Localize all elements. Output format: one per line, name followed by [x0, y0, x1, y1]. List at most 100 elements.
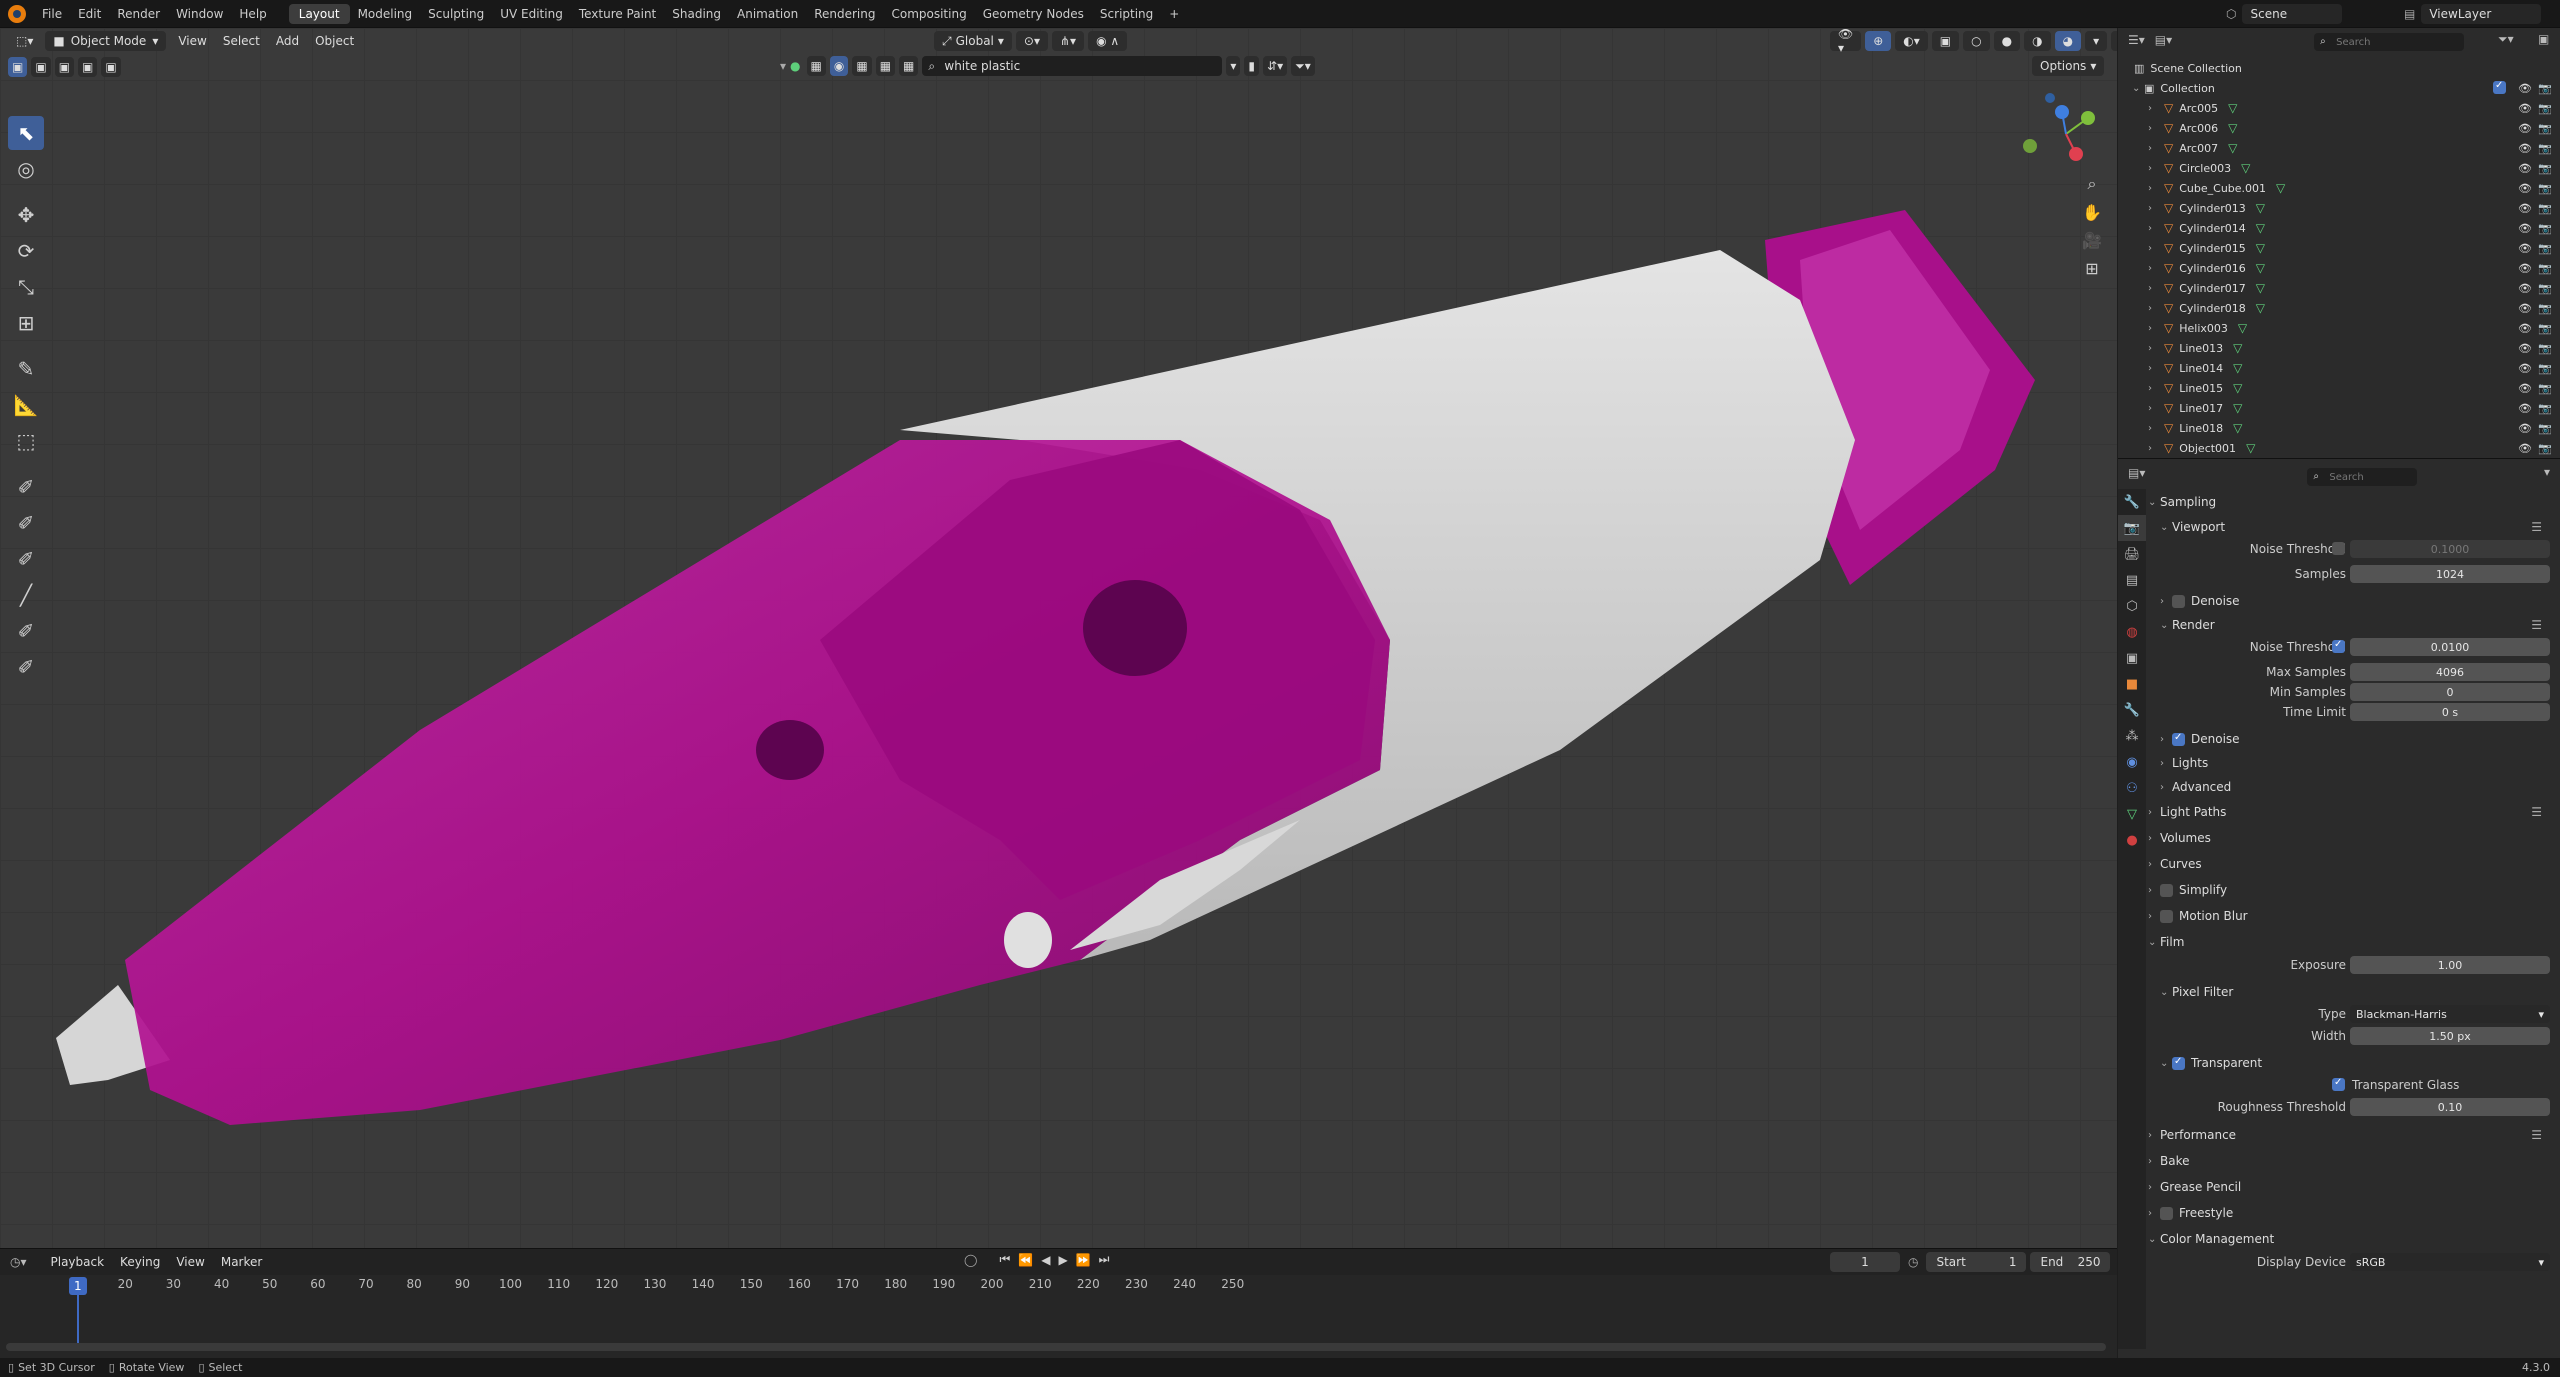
viewport-denoise-checkbox[interactable]: [2172, 594, 2185, 608]
add-workspace-button[interactable]: +: [1161, 7, 1187, 21]
filter-icon-2[interactable]: ◉: [829, 56, 849, 76]
eye-icon[interactable]: 👁: [2518, 122, 2532, 135]
viewport-noise-threshold-checkbox[interactable]: [2332, 542, 2345, 555]
scene-name-field[interactable]: Scene: [2242, 4, 2343, 24]
eye-icon[interactable]: 👁: [2518, 302, 2532, 315]
jump-end-icon[interactable]: ⏭: [1099, 1252, 1110, 1267]
render-tab-icon[interactable]: 📷: [2118, 515, 2146, 541]
section-performance[interactable]: › Performance ☰: [2148, 1122, 2558, 1148]
filter-icon-3[interactable]: ▦: [852, 56, 872, 76]
eye-icon[interactable]: 👁: [2518, 422, 2532, 435]
camera-icon[interactable]: 📷: [2538, 142, 2552, 155]
tab-uv-editing[interactable]: UV Editing: [492, 7, 571, 21]
eye-icon[interactable]: 👁: [2518, 102, 2532, 115]
camera-icon[interactable]: 📷: [2538, 382, 2552, 395]
chevron-right-icon[interactable]: ›: [2148, 183, 2160, 194]
select-box-tool-icon[interactable]: ⬉: [8, 116, 44, 150]
view-layer-tab-icon[interactable]: ▤: [2118, 567, 2146, 593]
transform-orientation-dropdown[interactable]: ⤢ Global ▾: [934, 31, 1012, 51]
line-tool-icon[interactable]: ╱: [8, 578, 44, 612]
mesh-data-icon[interactable]: ▽: [2233, 341, 2242, 355]
camera-icon[interactable]: 📷: [2538, 182, 2552, 195]
mesh-data-icon[interactable]: ▽: [2256, 281, 2265, 295]
pivot-point-button[interactable]: ⊙▾: [1015, 31, 1048, 51]
start-frame-field[interactable]: Start 1: [1926, 1252, 2027, 1272]
data-tab-icon[interactable]: ▽: [2118, 801, 2146, 827]
menu-help[interactable]: Help: [231, 7, 274, 21]
tab-rendering[interactable]: Rendering: [806, 7, 883, 21]
eye-icon[interactable]: 👁: [2518, 202, 2532, 215]
new-collection-icon[interactable]: ▣: [2538, 32, 2549, 46]
menu-render[interactable]: Render: [109, 7, 168, 21]
shading-material-button[interactable]: ◑: [2024, 31, 2051, 51]
menu-keying[interactable]: Keying: [112, 1255, 168, 1269]
outliner-object-row[interactable]: › ▽ Helix003 ▽ 👁 📷: [2118, 318, 2560, 338]
outliner-object-row[interactable]: › ▽ Arc006 ▽ 👁 📷: [2118, 118, 2560, 138]
outliner-object-row[interactable]: › ▽ Cube_Cube.001 ▽ 👁 📷: [2118, 178, 2560, 198]
prev-keyframe-icon[interactable]: ⏪: [1018, 1253, 1033, 1267]
scene-selector[interactable]: ⬡ Scene: [2226, 4, 2346, 24]
filter-icon-1[interactable]: ▦: [806, 56, 826, 76]
section-bake[interactable]: › Bake: [2148, 1148, 2558, 1174]
filter-funnel-icon[interactable]: ⏷▾: [2498, 32, 2514, 47]
mesh-data-icon[interactable]: ▽: [2246, 441, 2255, 455]
mesh-data-icon[interactable]: ▽: [2228, 121, 2237, 135]
menu-select[interactable]: Select: [215, 34, 268, 48]
eye-icon[interactable]: 👁: [2518, 342, 2532, 355]
menu-add[interactable]: Add: [268, 34, 307, 48]
physics-tab-icon[interactable]: ◉: [2118, 749, 2146, 775]
section-sampling[interactable]: ⌄ Sampling: [2148, 489, 2558, 515]
presets-list-icon[interactable]: ☰: [2531, 520, 2542, 534]
rotate-tool-icon[interactable]: ⟳: [8, 234, 44, 268]
perspective-grid-icon[interactable]: ⊞: [2078, 254, 2106, 282]
tab-layout[interactable]: Layout: [288, 3, 350, 24]
move-tool-icon[interactable]: ✥: [8, 198, 44, 232]
subsection-lights[interactable]: › Lights: [2148, 751, 2558, 775]
output-tab-icon[interactable]: 🖨: [2118, 541, 2146, 567]
menu-file[interactable]: File: [34, 7, 70, 21]
properties-search-input[interactable]: ⌕ Search: [2307, 468, 2418, 486]
end-frame-field[interactable]: End 250: [2030, 1252, 2111, 1272]
menu-object[interactable]: Object: [307, 34, 362, 48]
chevron-right-icon[interactable]: ›: [2148, 323, 2160, 334]
visibility-button[interactable]: 👁▾: [1830, 28, 1862, 55]
outliner-object-row[interactable]: › ▽ Line017 ▽ 👁 📷: [2118, 398, 2560, 418]
camera-icon[interactable]: 📷: [2538, 362, 2552, 375]
menu-view[interactable]: View: [170, 34, 214, 48]
shading-options-button[interactable]: ▾: [2085, 31, 2108, 51]
pan-hand-icon[interactable]: ✋: [2078, 198, 2106, 226]
color-wheel-icon[interactable]: ●: [790, 59, 800, 73]
world-tab-icon[interactable]: ◍: [2118, 619, 2146, 645]
section-volumes[interactable]: › Volumes: [2148, 825, 2558, 851]
render-denoise-checkbox[interactable]: [2172, 732, 2185, 746]
subsection-viewport[interactable]: ⌄ Viewport ☰: [2148, 515, 2558, 539]
mesh-data-icon[interactable]: ▽: [2256, 241, 2265, 255]
zoom-icon[interactable]: ⌕: [2078, 170, 2106, 198]
eye-icon[interactable]: 👁: [2518, 242, 2532, 255]
camera-icon[interactable]: 📷: [2538, 162, 2552, 175]
outliner-object-row[interactable]: › ▽ Cylinder013 ▽ 👁 📷: [2118, 198, 2560, 218]
funnel-icon[interactable]: ⏷▾: [1291, 56, 1315, 76]
time-limit-field[interactable]: 0 s: [2350, 703, 2550, 721]
transparent-glass-checkbox[interactable]: [2332, 1077, 2345, 1091]
options-dropdown[interactable]: Options ▾: [2032, 56, 2105, 76]
tab-modeling[interactable]: Modeling: [350, 7, 421, 21]
jump-start-icon[interactable]: ⏮: [999, 1252, 1010, 1267]
snap-button[interactable]: ⋔▾: [1052, 31, 1085, 51]
outliner-object-row[interactable]: › ▽ Line018 ▽ 👁 📷: [2118, 418, 2560, 438]
bookmark-icon[interactable]: ▮: [1244, 56, 1260, 76]
eye-icon[interactable]: 👁: [2518, 262, 2532, 275]
chevron-right-icon[interactable]: ›: [2148, 303, 2160, 314]
mesh-data-icon[interactable]: ▽: [2233, 401, 2242, 415]
camera-icon[interactable]: 📷: [2538, 242, 2552, 255]
chevron-down-icon[interactable]: ⌄: [2132, 83, 2144, 94]
modifier-tab-icon[interactable]: 🔧: [2118, 697, 2146, 723]
timeline-editor-icon[interactable]: ◷▾: [10, 1255, 27, 1269]
pause-render-button[interactable]: ❚❚: [2111, 31, 2117, 51]
display-mode-icon[interactable]: ▤▾: [2155, 33, 2172, 47]
collection-checkbox[interactable]: [2493, 80, 2512, 97]
mesh-data-icon[interactable]: ▽: [2238, 321, 2247, 335]
render-noise-threshold-checkbox[interactable]: [2332, 639, 2345, 653]
presets-list-icon[interactable]: ☰: [2531, 618, 2542, 632]
outliner-object-row[interactable]: › ▽ Cylinder018 ▽ 👁 📷: [2118, 298, 2560, 318]
